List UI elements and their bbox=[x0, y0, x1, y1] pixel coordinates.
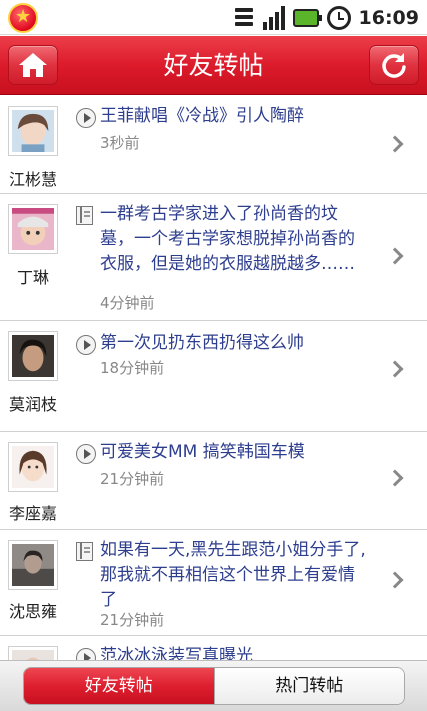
video-icon bbox=[76, 335, 96, 355]
title-bar: 好友转帖 bbox=[0, 36, 427, 95]
list-item[interactable]: 江彬慧 王菲献唱《冷战》引人陶醉 3秒前 bbox=[0, 96, 427, 194]
bottom-tab-bar: 好友转帖 热门转帖 bbox=[0, 660, 427, 711]
list-item[interactable]: 丁琳 一群考古学家进入了孙尚香的坟墓，一个考古学家想脱掉孙尚香的衣服，但是她的衣… bbox=[0, 194, 427, 321]
post-text: 第一次见扔东西扔得这么帅 bbox=[100, 333, 304, 353]
video-icon bbox=[76, 108, 96, 128]
user-name: 沈思雍 bbox=[8, 602, 57, 621]
user-name: 江彬慧 bbox=[8, 170, 57, 189]
user-name: 莫润枝 bbox=[8, 395, 57, 414]
list-item[interactable]: 范冰冰泳装写真曝光 bbox=[0, 636, 427, 660]
user-name: 李座嘉 bbox=[8, 504, 57, 523]
home-icon bbox=[19, 53, 47, 77]
tab-friend-posts[interactable]: 好友转帖 bbox=[24, 668, 214, 704]
avatar[interactable] bbox=[8, 106, 58, 156]
post-text: 一群考古学家进入了孙尚香的坟墓，一个考古学家想脱掉孙尚香的衣服，但是她的衣服越脱… bbox=[100, 204, 355, 274]
app-notification-icon bbox=[8, 3, 38, 33]
post-time: 21分钟前 bbox=[100, 611, 165, 629]
video-icon bbox=[76, 648, 96, 660]
post-time: 4分钟前 bbox=[100, 294, 155, 312]
refresh-button[interactable] bbox=[369, 45, 419, 85]
status-bar: 16:09 bbox=[0, 0, 427, 35]
chevron-right-icon bbox=[386, 247, 404, 265]
post-time: 21分钟前 bbox=[100, 470, 165, 488]
refresh-icon bbox=[382, 53, 406, 78]
article-icon bbox=[76, 542, 93, 561]
post-text: 范冰冰泳装写真曝光 bbox=[100, 646, 253, 660]
post-text: 如果有一天,黑先生跟范小姐分手了,那我就不再相信这个世界上有爱情了 bbox=[100, 540, 366, 610]
avatar[interactable] bbox=[8, 540, 58, 590]
video-icon bbox=[76, 444, 96, 464]
avatar-image bbox=[12, 335, 54, 377]
avatar[interactable] bbox=[8, 204, 58, 254]
avatar-image bbox=[12, 208, 54, 250]
chevron-right-icon bbox=[386, 135, 404, 153]
list-item[interactable]: 莫润枝 第一次见扔东西扔得这么帅 18分钟前 bbox=[0, 321, 427, 432]
home-button[interactable] bbox=[8, 45, 58, 85]
signal-icon bbox=[262, 6, 285, 30]
wifi-icon bbox=[233, 6, 255, 30]
user-name: 丁琳 bbox=[16, 268, 49, 287]
chevron-right-icon bbox=[386, 360, 404, 378]
avatar[interactable] bbox=[8, 646, 58, 660]
page-title: 好友转帖 bbox=[163, 51, 264, 80]
avatar[interactable] bbox=[8, 331, 58, 381]
post-time: 18分钟前 bbox=[100, 359, 165, 377]
list-item[interactable]: 李座嘉 可爱美女MM 搞笑韩国车模 21分钟前 bbox=[0, 432, 427, 530]
tab-hot-posts[interactable]: 热门转帖 bbox=[213, 668, 404, 704]
post-time: 3秒前 bbox=[100, 134, 140, 152]
avatar-image bbox=[12, 650, 54, 660]
post-text: 王菲献唱《冷战》引人陶醉 bbox=[100, 106, 304, 126]
avatar-image bbox=[12, 544, 54, 586]
status-icons: 16:09 bbox=[233, 4, 419, 32]
article-icon bbox=[76, 206, 93, 225]
avatar-image bbox=[12, 110, 54, 152]
chevron-right-icon bbox=[386, 469, 404, 487]
status-time: 16:09 bbox=[358, 7, 419, 29]
battery-icon bbox=[292, 9, 322, 27]
chevron-right-icon bbox=[386, 571, 404, 589]
avatar[interactable] bbox=[8, 442, 58, 492]
friend-posts-list[interactable]: 江彬慧 王菲献唱《冷战》引人陶醉 3秒前 丁琳 一群考古学家进入了孙尚香的坟墓，… bbox=[0, 96, 427, 660]
post-text: 可爱美女MM 搞笑韩国车模 bbox=[100, 442, 305, 462]
segmented-tabs: 好友转帖 热门转帖 bbox=[23, 667, 405, 705]
alarm-clock-icon bbox=[326, 6, 351, 30]
avatar-image bbox=[12, 446, 54, 488]
list-item[interactable]: 沈思雍 如果有一天,黑先生跟范小姐分手了,那我就不再相信这个世界上有爱情了 21… bbox=[0, 530, 427, 636]
